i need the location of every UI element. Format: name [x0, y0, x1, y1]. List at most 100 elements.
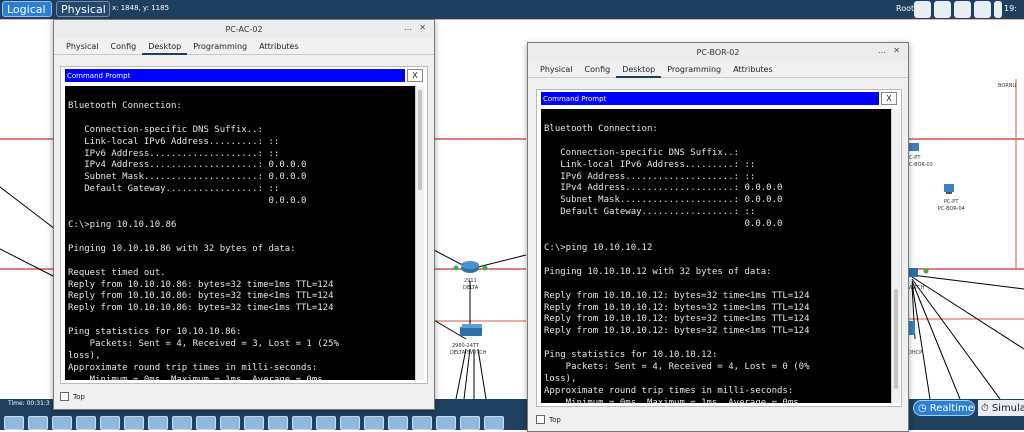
close-icon[interactable]: ✕ — [419, 23, 426, 32]
top-option[interactable]: Top — [60, 392, 85, 401]
device-label: DELTA-SWITCH — [450, 350, 487, 356]
device-palette-item[interactable] — [172, 416, 192, 430]
tab-attributes[interactable]: Attributes — [253, 40, 305, 53]
tab-attributes[interactable]: Attributes — [727, 63, 779, 76]
close-label: X — [412, 71, 418, 80]
window-title: PC-BOR-02 — [696, 47, 740, 57]
device-palette-item[interactable] — [292, 416, 312, 430]
logical-label: Logical — [7, 2, 46, 16]
tab-programming[interactable]: Programming — [187, 40, 253, 53]
scrollbar-thumb[interactable] — [418, 90, 422, 190]
device-palette-item[interactable] — [364, 416, 384, 430]
top-option[interactable]: Top — [536, 415, 561, 424]
tab-desktop[interactable]: Desktop — [142, 40, 188, 55]
command-prompt-close-button[interactable]: X — [407, 69, 423, 82]
tab-programming[interactable]: Programming — [661, 63, 727, 76]
device-label: DELTA — [463, 285, 479, 291]
top-toolbar: Logical Physical x: 1848, y: 1185 Root 1… — [0, 0, 1024, 19]
root-label: Root — [896, 4, 915, 13]
device-palette-item[interactable] — [388, 416, 408, 430]
realtime-mode-button[interactable]: ◷ Realtime — [913, 400, 975, 416]
tab-physical[interactable]: Physical — [534, 63, 579, 76]
device-label: PC-PT — [944, 199, 959, 205]
simulation-label: Simula — [991, 402, 1024, 414]
device-palette-item[interactable] — [268, 416, 288, 430]
command-prompt-header: Command Prompt — [65, 69, 405, 82]
link-cable — [477, 348, 487, 399]
device-palette-item[interactable] — [460, 416, 480, 430]
terminal-output[interactable]: Bluetooth Connection: Connection-specifi… — [541, 109, 891, 403]
cluster-icon[interactable] — [934, 1, 951, 18]
minimize-icon[interactable]: … — [878, 46, 886, 55]
device-label: PC-BOR-04 — [938, 206, 965, 212]
command-prompt-header: Command Prompt — [541, 92, 879, 105]
pc-ac-02-window: PC-AC-02 … ✕ Physical Config Desktop Pro… — [53, 19, 435, 410]
pc-bor-03[interactable] — [909, 143, 919, 151]
device-palette-item[interactable] — [316, 416, 336, 430]
device-palette-item[interactable] — [484, 416, 504, 430]
top-label: Top — [549, 415, 561, 424]
move-icon[interactable] — [954, 1, 971, 18]
realtime-label: Realtime — [929, 402, 974, 414]
link-cable — [0, 248, 56, 278]
device-tabs: Physical Config Desktop Programming Attr… — [54, 38, 434, 55]
link-cable — [911, 278, 1001, 399]
window-title-bar[interactable]: PC-BOR-02 … ✕ — [528, 43, 908, 61]
top-checkbox[interactable] — [536, 415, 545, 424]
tab-config[interactable]: Config — [105, 40, 143, 53]
tab-physical[interactable]: Physical — [60, 40, 105, 53]
link-light-icon — [923, 268, 929, 274]
dhcp-server[interactable] — [908, 321, 915, 335]
back-icon[interactable] — [914, 1, 931, 18]
background-image-icon[interactable] — [974, 1, 991, 18]
window-title-bar[interactable]: PC-AC-02 … ✕ — [54, 20, 434, 38]
minimize-icon[interactable]: … — [404, 23, 412, 32]
device-palette-item[interactable] — [340, 416, 360, 430]
clock-icon: ◷ — [918, 402, 927, 414]
device-palette-item[interactable] — [4, 416, 24, 430]
device-palette-item[interactable] — [436, 416, 456, 430]
device-palette-item[interactable] — [196, 416, 216, 430]
router-delta[interactable] — [461, 261, 479, 273]
pc-bor-04[interactable] — [944, 184, 954, 194]
command-prompt-close-button[interactable]: X — [881, 92, 897, 105]
device-palette-item[interactable] — [412, 416, 432, 430]
device-palette-item[interactable] — [148, 416, 168, 430]
command-prompt-title: Command Prompt — [67, 71, 131, 80]
device-label: WITCH — [908, 285, 925, 291]
window-title: PC-AC-02 — [225, 24, 263, 34]
device-palette-item[interactable] — [28, 416, 48, 430]
link-cable — [0, 186, 56, 230]
simulation-mode-button[interactable]: ⏱ Simula — [978, 400, 1024, 416]
command-prompt-title: Command Prompt — [543, 94, 607, 103]
device-palette-item[interactable] — [244, 416, 264, 430]
pc-bor-02-window: PC-BOR-02 … ✕ Physical Config Desktop Pr… — [527, 42, 909, 432]
tab-desktop[interactable]: Desktop — [616, 63, 662, 78]
switch-delta[interactable] — [460, 324, 482, 336]
terminal-scrollbar[interactable] — [415, 86, 424, 380]
device-tabs: Physical Config Desktop Programming Attr… — [528, 61, 908, 78]
logical-mode-button[interactable]: Logical — [2, 1, 52, 17]
link-light-icon — [453, 265, 459, 271]
top-checkbox[interactable] — [60, 392, 69, 401]
viewport-icon[interactable] — [994, 1, 1002, 18]
terminal-output[interactable]: Bluetooth Connection: Connection-specifi… — [65, 86, 415, 380]
close-icon[interactable]: ✕ — [893, 46, 900, 55]
close-label: X — [886, 94, 892, 103]
device-palette-item[interactable] — [124, 416, 144, 430]
area-label-bornu: BORNU — [998, 83, 1017, 89]
link-cable — [911, 274, 1024, 290]
tab-config[interactable]: Config — [579, 63, 617, 76]
terminal-scrollbar[interactable] — [891, 109, 900, 403]
device-palette-item[interactable] — [100, 416, 120, 430]
device-palette-item[interactable] — [52, 416, 72, 430]
device-palette-item[interactable] — [220, 416, 240, 430]
command-prompt-panel: Command Prompt X Bluetooth Connection: C… — [536, 89, 902, 407]
device-label: 2911 — [464, 278, 477, 284]
coordinate-readout: x: 1848, y: 1185 — [112, 4, 170, 12]
device-label: DHCP — [908, 350, 923, 356]
clock: 19: — [1004, 4, 1017, 13]
device-palette-item[interactable] — [76, 416, 96, 430]
physical-mode-button[interactable]: Physical — [56, 1, 110, 17]
scrollbar-thumb[interactable] — [894, 289, 898, 389]
